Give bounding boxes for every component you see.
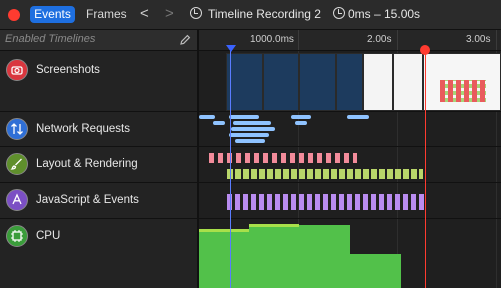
ruler-tick [496,30,497,50]
network-request-bar[interactable] [213,121,225,125]
camera-icon [6,59,28,81]
network-request-bar[interactable] [295,121,307,125]
screenshot-thumbnail[interactable] [336,53,363,111]
back-button[interactable]: < [140,5,149,23]
recording-clock-icon [190,7,202,19]
rendering-events[interactable] [227,169,423,179]
screenshot-thumbnail[interactable] [263,53,299,111]
chip-icon [6,225,28,247]
row-separator [199,111,501,112]
cpu-usage-bar [199,229,249,288]
screenshot-thumbnail[interactable] [393,53,423,111]
pencil-icon[interactable] [178,33,192,47]
screenshot-thumbnail[interactable] [363,53,393,111]
timeline-row-javascript[interactable]: JavaScript & Events [0,183,197,219]
timeline-label: CPU [36,230,61,242]
enabled-timelines-label: Enabled Timelines [5,33,96,45]
cpu-usage-bar [249,224,299,288]
network-request-bar[interactable] [231,127,275,131]
ruler-tick-label: 3.00s [466,34,491,45]
network-request-bar[interactable] [229,133,269,137]
toolbar: Events Frames < > Timeline Recording 2 0… [0,0,501,30]
timeline-overview[interactable] [199,51,501,288]
ruler-tick-label: 2.00s [367,34,392,45]
cpu-usage-bar [299,225,350,288]
cpu-usage-bar [350,254,401,288]
network-request-bar[interactable] [291,115,311,119]
selection-start-handle[interactable] [226,45,236,52]
time-range[interactable]: 0ms – 15.00s [348,6,420,23]
network-request-bar[interactable] [347,115,369,119]
enabled-timelines-header: Enabled Timelines [0,30,197,51]
row-separator [199,146,501,147]
screenshot-thumbnail[interactable] [226,53,263,111]
timeline-row-network[interactable]: Network Requests [0,112,197,147]
tab-events[interactable]: Events [30,6,75,23]
thumbnail-content [440,80,486,102]
timeline-label: JavaScript & Events [36,194,139,206]
script-icon [6,189,28,211]
selection-start-marker[interactable] [230,51,231,288]
network-request-bar[interactable] [233,121,271,125]
forward-button[interactable]: > [165,5,174,23]
timeline-list: Screenshots Network Requests Layout & Re… [0,51,197,288]
time-range-clock-icon [333,7,345,19]
arrows-updown-icon [6,118,28,140]
timeline-label: Screenshots [36,64,100,76]
record-button[interactable] [8,9,20,21]
screenshot-thumbnail[interactable] [299,53,336,111]
timeline-label: Network Requests [36,123,130,135]
network-request-bar[interactable] [235,139,265,143]
javascript-events[interactable] [227,194,427,210]
current-time-marker[interactable] [425,51,426,288]
timeline-row-screenshots[interactable]: Screenshots [0,51,197,112]
network-request-bar[interactable] [229,115,259,119]
screenshot-thumbnail[interactable] [423,53,501,111]
current-time-handle[interactable] [420,45,430,55]
ruler-tick [298,30,299,50]
tab-frames[interactable]: Frames [86,6,127,23]
ruler-tick [397,30,398,50]
timeline-row-cpu[interactable]: CPU [0,219,197,288]
row-separator [199,182,501,183]
recording-title[interactable]: Timeline Recording 2 [208,6,321,23]
row-separator [199,218,501,219]
network-request-bar[interactable] [199,115,215,119]
paintbrush-icon [6,153,28,175]
layout-events[interactable] [209,153,357,163]
time-ruler[interactable]: 1000.0ms 2.00s 3.00s [199,30,501,51]
timeline-row-layout[interactable]: Layout & Rendering [0,147,197,183]
timeline-label: Layout & Rendering [36,158,138,170]
ruler-tick-label: 1000.0ms [250,34,294,45]
